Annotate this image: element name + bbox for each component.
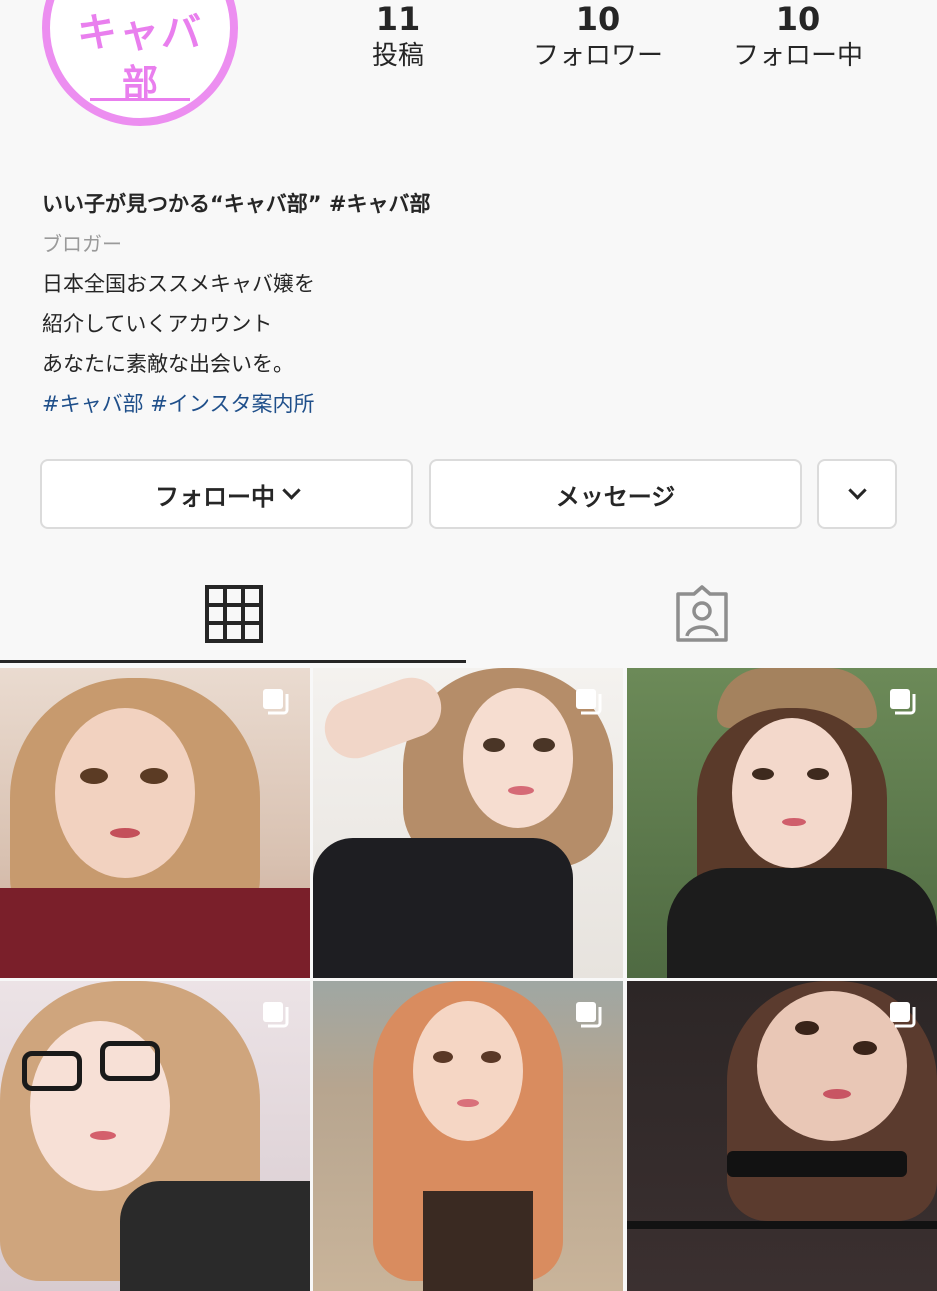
eye: [533, 738, 555, 752]
top: [120, 1181, 310, 1291]
avatar-logo-underline: [90, 98, 190, 101]
bio-line: 日本全国おススメキャバ嬢を: [42, 272, 315, 296]
lips: [110, 828, 140, 838]
tagged-person-icon: [676, 585, 728, 642]
suggested-accounts-button[interactable]: [817, 459, 897, 529]
message-button[interactable]: メッセージ: [429, 459, 802, 529]
eye: [795, 1021, 819, 1035]
choker: [727, 1151, 907, 1177]
following-button[interactable]: フォロー中: [40, 459, 413, 529]
top: [0, 888, 310, 978]
eye: [752, 768, 774, 780]
glasses: [100, 1041, 160, 1081]
lips: [457, 1099, 479, 1107]
bio-hashtags[interactable]: #キャバ部 #インスタ案内所: [42, 384, 902, 424]
eye: [807, 768, 829, 780]
post-thumbnail[interactable]: [627, 668, 937, 978]
multiple-photos-icon: [890, 1002, 916, 1028]
multiple-photos-icon: [576, 1002, 602, 1028]
face: [757, 991, 907, 1141]
dress: [313, 838, 573, 978]
post-thumbnail[interactable]: [0, 981, 310, 1291]
posts-label: 投稿: [371, 41, 424, 71]
eye: [853, 1041, 877, 1055]
bio-line: 紹介していくアカウント: [42, 312, 273, 336]
face: [732, 718, 852, 868]
eye: [433, 1051, 453, 1063]
lips: [90, 1131, 116, 1140]
posts-count: 11: [375, 0, 421, 38]
chevron-down-icon: [282, 480, 301, 500]
profile-name: いい子が見つかる“キャバ部” #キャバ部: [42, 192, 431, 216]
followers-label: フォロワー: [532, 41, 663, 71]
glasses: [22, 1051, 82, 1091]
following-label: フォロー中: [732, 41, 863, 71]
eye: [140, 768, 168, 784]
multiple-photos-icon: [890, 689, 916, 715]
followers-count: 10: [575, 0, 621, 38]
grid-icon: [205, 585, 263, 643]
multiple-photos-icon: [263, 1002, 289, 1028]
tab-posts-grid[interactable]: [0, 566, 468, 662]
top: [423, 1191, 533, 1291]
lips: [508, 786, 534, 795]
face: [463, 688, 573, 828]
post-thumbnail[interactable]: [313, 668, 623, 978]
strap: [627, 1221, 937, 1229]
post-thumbnail[interactable]: [627, 981, 937, 1291]
multiple-photos-icon: [263, 689, 289, 715]
face: [413, 1001, 523, 1141]
multiple-photos-icon: [576, 689, 602, 715]
active-tab-indicator: [0, 660, 466, 663]
face: [55, 708, 195, 878]
following-count: 10: [775, 0, 821, 38]
chevron-down-icon: [847, 480, 867, 500]
eye: [80, 768, 108, 784]
lips: [782, 818, 806, 826]
profile-category: ブロガー: [42, 232, 122, 256]
tab-tagged[interactable]: [468, 566, 936, 662]
avatar-logo-text-1: キャバ: [77, 10, 203, 56]
post-thumbnail[interactable]: [0, 668, 310, 978]
stat-followers[interactable]: 10 フォロワー: [518, 0, 678, 76]
stat-following[interactable]: 10 フォロー中: [718, 0, 878, 76]
eye: [481, 1051, 501, 1063]
sweater: [667, 868, 937, 978]
message-button-label: メッセージ: [555, 482, 676, 511]
eye: [483, 738, 505, 752]
bio-line: あなたに素敵な出会いを。: [42, 352, 294, 376]
following-button-label: フォロー中: [155, 482, 275, 511]
stat-posts[interactable]: 11 投稿: [318, 0, 478, 76]
lips: [823, 1089, 851, 1099]
profile-bio: いい子が見つかる“キャバ部” #キャバ部 ブロガー 日本全国おススメキャバ嬢を …: [42, 184, 902, 424]
profile-avatar[interactable]: キャバ 部: [42, 0, 238, 126]
post-thumbnail[interactable]: [313, 981, 623, 1291]
